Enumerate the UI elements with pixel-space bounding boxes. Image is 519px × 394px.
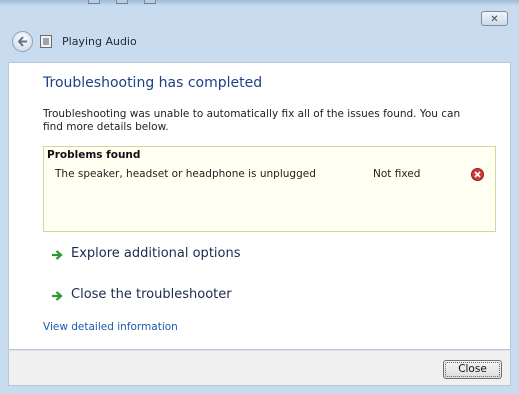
edge-stub: [116, 0, 128, 4]
option-label: Explore additional options: [71, 246, 241, 261]
close-button[interactable]: Close: [443, 360, 502, 379]
back-button[interactable]: [12, 31, 33, 52]
option-label: Close the troubleshooter: [71, 287, 232, 302]
window-close-button[interactable]: ✕: [481, 11, 508, 26]
focus-rect: [445, 362, 500, 377]
dialog-footer: Close: [8, 350, 511, 386]
view-detailed-information-link[interactable]: View detailed information: [43, 321, 178, 333]
page-heading: Troubleshooting has completed: [43, 75, 263, 91]
edge-stub: [88, 0, 100, 4]
problem-status: Not fixed: [373, 168, 421, 180]
green-arrow-icon: [52, 291, 63, 301]
green-arrow-icon: [52, 250, 63, 260]
content-panel: Troubleshooting has completed Troublesho…: [8, 62, 511, 350]
problem-name: The speaker, headset or headphone is unp…: [55, 168, 316, 180]
audio-troubleshooter-icon: [40, 35, 52, 48]
top-window-edge: [0, 0, 519, 6]
edge-stub: [144, 0, 156, 4]
window-title: Playing Audio: [62, 35, 137, 48]
problems-found-panel: Problems found The speaker, headset or h…: [43, 146, 496, 232]
back-arrow-icon: [17, 36, 27, 47]
problems-header: Problems found: [47, 149, 141, 161]
error-icon: [471, 168, 484, 181]
result-description: Troubleshooting was unable to automatica…: [43, 108, 461, 133]
